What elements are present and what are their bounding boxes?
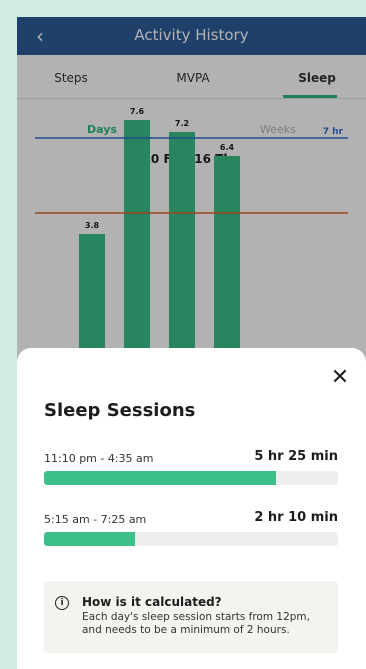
session-progress-fill [44, 532, 136, 546]
sheet-title: Sleep Sessions [44, 400, 196, 421]
info-icon: i [55, 596, 69, 610]
info-body: Each day's sleep session starts from 12p… [82, 611, 310, 636]
session-progress-fill [44, 471, 277, 485]
sleep-sessions-sheet: ✕ Sleep Sessions 11:10 pm - 4:35 am 5 hr… [17, 348, 366, 669]
phone-screen: ‹ Activity History Steps MVPA Sleep Days… [17, 17, 366, 669]
session-time: 11:10 pm - 4:35 am [44, 452, 154, 465]
info-title: How is it calculated? [82, 595, 222, 609]
session-duration: 5 hr 25 min [254, 449, 338, 464]
session-duration: 2 hr 10 min [254, 510, 338, 525]
calculation-info-box: i How is it calculated? Each day's sleep… [44, 581, 338, 653]
session-time: 5:15 am - 7:25 am [44, 513, 147, 526]
close-icon[interactable]: ✕ [328, 366, 352, 390]
session-progress-track [44, 471, 338, 485]
session-progress-track [44, 532, 338, 546]
